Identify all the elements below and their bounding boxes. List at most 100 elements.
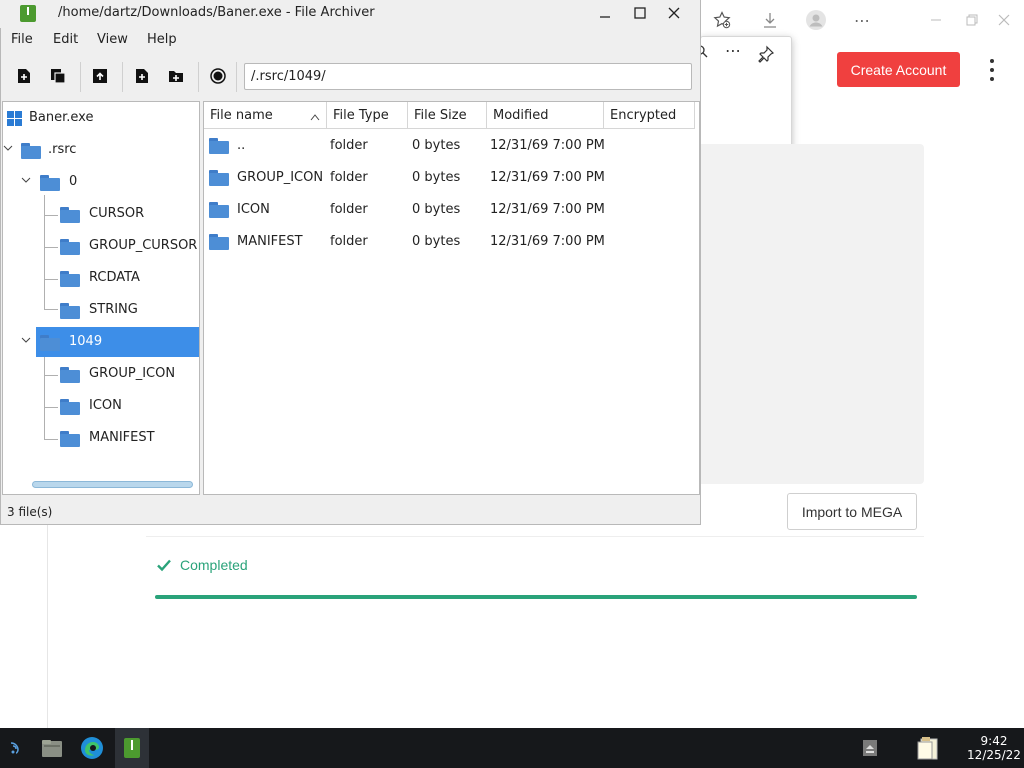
tree-label: GROUP_CURSOR xyxy=(89,238,198,253)
path-field[interactable] xyxy=(244,63,692,90)
tree-item-0[interactable]: 0 xyxy=(3,167,199,197)
browser-toolbar: ⋯ xyxy=(700,0,1024,40)
tree-item-cursor[interactable]: CURSOR xyxy=(3,199,199,229)
table-row[interactable]: MANIFEST folder 0 bytes 12/31/69 7:00 PM xyxy=(204,226,698,258)
file-manager-icon[interactable] xyxy=(38,734,66,762)
file-name: ICON xyxy=(237,202,270,217)
new-archive-icon[interactable] xyxy=(15,67,33,85)
more-options-icon[interactable]: ⋯ xyxy=(725,41,741,60)
favorites-add-icon[interactable] xyxy=(710,8,734,32)
chevron-down-icon[interactable] xyxy=(3,143,13,153)
file-size: 0 bytes xyxy=(412,138,461,153)
tree-item-icon[interactable]: ICON xyxy=(3,391,199,421)
tree-label: GROUP_ICON xyxy=(89,366,176,381)
table-row[interactable]: GROUP_ICON folder 0 bytes 12/31/69 7:00 … xyxy=(204,162,698,194)
column-modified[interactable]: Modified xyxy=(487,102,604,129)
status-completed: Completed xyxy=(180,557,248,573)
clock-date[interactable]: 12/25/22 xyxy=(964,748,1024,762)
folder-icon xyxy=(60,271,80,287)
tree-item-rsrc[interactable]: .rsrc xyxy=(3,135,199,165)
toolbar-separator xyxy=(198,62,199,92)
pin-icon[interactable] xyxy=(757,45,775,67)
clipboard-icon[interactable] xyxy=(914,734,942,762)
table-row[interactable]: .. folder 0 bytes 12/31/69 7:00 PM xyxy=(204,130,698,162)
profile-avatar-icon[interactable] xyxy=(804,8,828,32)
archive-app-icon xyxy=(20,5,36,22)
tree-label: ICON xyxy=(89,398,122,413)
tree-item-1049[interactable]: 1049 xyxy=(36,327,199,357)
file-name: MANIFEST xyxy=(237,234,303,249)
divider xyxy=(47,525,48,728)
tree-item-rcdata[interactable]: RCDATA xyxy=(3,263,199,293)
column-label: File name xyxy=(210,108,273,123)
download-icon[interactable] xyxy=(758,8,782,32)
tree-item-group-cursor[interactable]: GROUP_CURSOR xyxy=(3,231,199,261)
file-name: .. xyxy=(237,138,246,153)
menu-file[interactable]: File xyxy=(11,32,33,47)
browser-more-icon[interactable]: ⋯ xyxy=(850,8,874,32)
windows-exe-icon xyxy=(7,111,22,126)
file-archiver-taskbar-icon[interactable] xyxy=(118,734,146,762)
copy-icon[interactable] xyxy=(49,67,67,85)
folder-icon xyxy=(209,202,229,218)
tree-horizontal-scrollbar[interactable] xyxy=(32,481,193,488)
file-type: folder xyxy=(330,138,368,153)
start-menu-icon[interactable] xyxy=(2,734,30,762)
folder-icon xyxy=(209,138,229,154)
extract-icon[interactable] xyxy=(91,67,109,85)
column-label: File Type xyxy=(333,108,389,123)
tree-label: RCDATA xyxy=(89,270,140,285)
folder-icon xyxy=(60,303,80,319)
tree-label: 1049 xyxy=(69,334,103,349)
tree-label: CURSOR xyxy=(89,206,145,221)
file-name: GROUP_ICON xyxy=(237,170,324,185)
file-modified: 12/31/69 7:00 PM xyxy=(490,202,605,217)
import-to-mega-button[interactable]: Import to MEGA xyxy=(787,493,917,530)
folder-icon xyxy=(40,175,60,191)
toolbar-separator xyxy=(80,62,81,92)
tray-device-icon[interactable] xyxy=(856,734,884,762)
folder-tree: Baner.exe .rsrc 0 CURSOR GROUP_CURSOR RC… xyxy=(2,101,200,495)
file-modified: 12/31/69 7:00 PM xyxy=(490,170,605,185)
file-type: folder xyxy=(330,234,368,249)
table-row[interactable]: ICON folder 0 bytes 12/31/69 7:00 PM xyxy=(204,194,698,226)
chevron-down-icon[interactable] xyxy=(21,175,31,185)
folder-icon xyxy=(60,239,80,255)
tree-item-group-icon[interactable]: GROUP_ICON xyxy=(3,359,199,389)
check-icon xyxy=(156,557,172,573)
file-size: 0 bytes xyxy=(412,170,461,185)
restore-icon[interactable] xyxy=(960,8,984,32)
folder-icon xyxy=(60,431,80,447)
menu-help[interactable]: Help xyxy=(147,32,177,47)
tree-label: 0 xyxy=(69,174,78,189)
column-encrypted[interactable]: Encrypted xyxy=(604,102,695,129)
tree-label: STRING xyxy=(89,302,138,317)
column-label: Encrypted xyxy=(610,108,677,123)
tree-item-root[interactable]: Baner.exe xyxy=(3,103,199,133)
column-file-size[interactable]: File Size xyxy=(408,102,487,129)
chevron-down-icon[interactable] xyxy=(21,335,31,345)
toolbar-separator xyxy=(236,62,237,92)
clock-time[interactable]: 9:42 xyxy=(964,734,1024,748)
record-icon[interactable] xyxy=(209,67,227,85)
progress-bar xyxy=(155,595,917,599)
folder-icon xyxy=(60,399,80,415)
create-account-button[interactable]: Create Account xyxy=(837,52,960,87)
page-menu-icon[interactable] xyxy=(984,58,1000,82)
column-file-type[interactable]: File Type xyxy=(327,102,408,129)
minimize-window-icon[interactable] xyxy=(594,3,616,23)
add-file-icon[interactable] xyxy=(133,67,151,85)
maximize-window-icon[interactable] xyxy=(629,3,651,23)
add-folder-icon[interactable] xyxy=(167,67,185,85)
file-modified: 12/31/69 7:00 PM xyxy=(490,138,605,153)
tree-item-manifest[interactable]: MANIFEST xyxy=(3,423,199,453)
menu-view[interactable]: View xyxy=(97,32,128,47)
minimize-icon[interactable] xyxy=(924,8,948,32)
edge-browser-icon[interactable] xyxy=(78,734,106,762)
column-file-name[interactable]: File name xyxy=(204,102,327,129)
close-browser-icon[interactable] xyxy=(992,8,1016,32)
close-window-icon[interactable] xyxy=(663,3,685,23)
folder-icon xyxy=(40,335,60,351)
tree-item-string[interactable]: STRING xyxy=(3,295,199,325)
menu-edit[interactable]: Edit xyxy=(53,32,78,47)
